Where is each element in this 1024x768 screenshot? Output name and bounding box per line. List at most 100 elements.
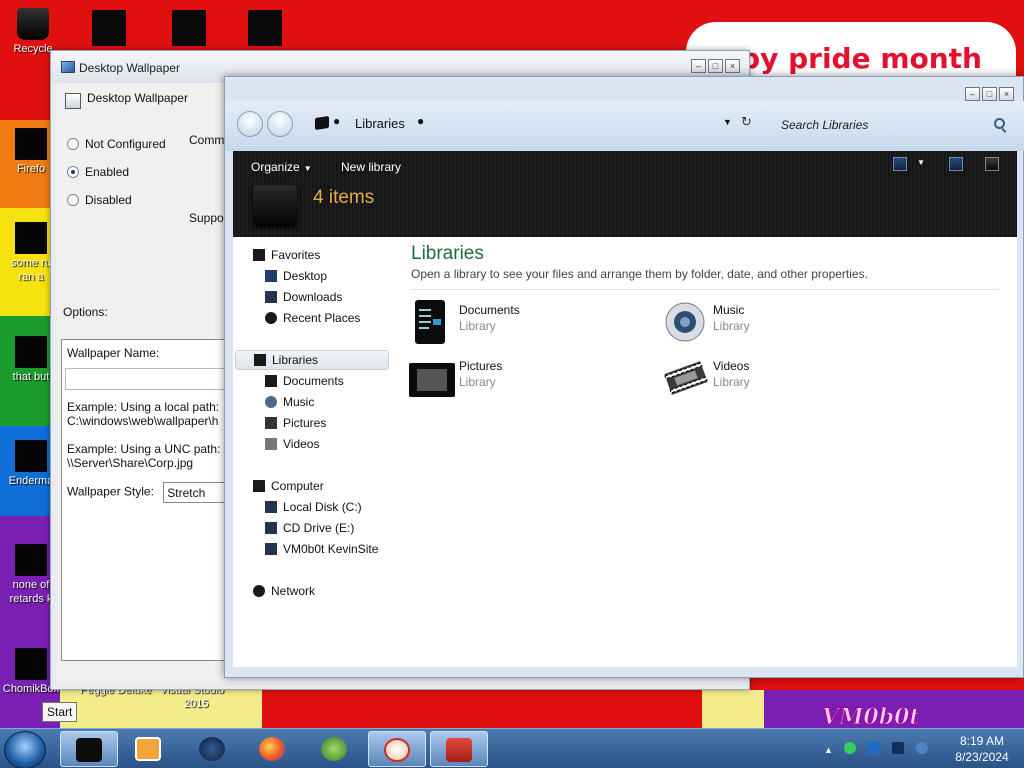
organize-button[interactable]: Organize ▼ — [251, 160, 312, 174]
desktop-shortcut-icon[interactable] — [248, 10, 282, 46]
nav-local-disk[interactable]: Local Disk (C:) — [265, 497, 362, 517]
explorer-command-bar: Organize ▼ New library ▼ 4 items — [233, 151, 1017, 237]
taskbar-explorer-button[interactable] — [60, 731, 118, 767]
network-drive-icon — [265, 543, 277, 555]
view-options-icon[interactable] — [893, 157, 907, 171]
nav-label: Recent Places — [283, 311, 361, 325]
library-item-pictures[interactable]: Pictures Library — [405, 353, 645, 403]
policy-window-controls: – □ × — [691, 59, 740, 73]
view-options-chevron-icon[interactable]: ▼ — [917, 158, 925, 167]
nav-desktop[interactable]: Desktop — [265, 266, 327, 286]
nav-computer[interactable]: Computer — [253, 476, 324, 496]
help-icon[interactable] — [985, 157, 999, 171]
maximize-button[interactable]: □ — [982, 87, 997, 101]
organize-label: Organize — [251, 160, 300, 174]
radio-not-configured[interactable]: Not Configured — [67, 137, 166, 151]
maximize-button[interactable]: □ — [708, 59, 723, 73]
videos-library-icon — [663, 355, 708, 401]
desktop-icon-recycle-bin[interactable]: Recycle — [4, 8, 62, 56]
nav-label: Pictures — [283, 416, 327, 430]
address-separator-icon[interactable]: ● — [333, 114, 340, 128]
clock-date[interactable]: 8/23/2024 — [944, 750, 1020, 764]
minimize-button[interactable]: – — [965, 87, 980, 101]
forward-button[interactable] — [267, 111, 293, 137]
file-icon — [15, 336, 47, 368]
wallpaper-bottom-red — [262, 690, 702, 728]
close-button[interactable]: × — [999, 87, 1014, 101]
taskbar-globe-button[interactable] — [184, 731, 242, 767]
tray-volume-icon[interactable] — [916, 742, 928, 754]
refresh-icon[interactable]: ↻ — [741, 114, 752, 130]
radio-label: Not Configured — [85, 137, 166, 151]
nav-pictures[interactable]: Pictures — [265, 413, 326, 433]
recycle-bin-icon — [17, 8, 49, 40]
radio-circle[interactable] — [67, 138, 79, 150]
videos-icon — [265, 438, 277, 450]
nav-label: Favorites — [271, 248, 321, 262]
nav-documents[interactable]: Documents — [265, 371, 344, 391]
address-breadcrumb-libraries[interactable]: Libraries — [355, 116, 405, 131]
nav-videos[interactable]: Videos — [265, 434, 319, 454]
taskbar-firefox-button[interactable] — [244, 731, 302, 767]
new-library-button[interactable]: New library — [341, 160, 401, 174]
comment-label: Comm — [189, 133, 225, 147]
network-icon — [253, 585, 265, 597]
nav-favorites[interactable]: Favorites — [253, 245, 320, 265]
content-title: Libraries — [411, 243, 484, 264]
nav-libraries[interactable]: Libraries — [235, 350, 389, 370]
example-local-path: C:\windows\web\wallpaper\h — [67, 414, 219, 428]
library-item-documents[interactable]: Documents Library — [405, 297, 645, 347]
taskbar-media-player-button[interactable] — [120, 731, 178, 767]
nav-recent-places[interactable]: Recent Places — [265, 308, 360, 328]
nav-downloads[interactable]: Downloads — [265, 287, 342, 307]
wallpaper-name-input[interactable] — [65, 368, 230, 390]
address-separator-icon[interactable]: ● — [417, 114, 424, 128]
nav-music[interactable]: Music — [265, 392, 314, 412]
nav-label: Desktop — [283, 269, 328, 283]
library-name: Music — [713, 303, 745, 317]
toolbox-icon — [446, 738, 472, 762]
nav-label: CD Drive (E:) — [283, 521, 355, 535]
close-button[interactable]: × — [725, 59, 740, 73]
libraries-explorer-window[interactable]: – □ × ● Libraries ● ▼ ↻ Search Libraries… — [224, 76, 1024, 678]
taskbar-toolbox-button[interactable] — [430, 731, 488, 767]
radio-disabled[interactable]: Disabled — [67, 193, 132, 207]
library-item-videos[interactable]: Videos Library — [659, 353, 899, 403]
nav-network-drive[interactable]: VM0b0t KevinSite — [265, 539, 378, 559]
policy-setting-icon — [65, 93, 81, 109]
policy-window-icon — [61, 61, 75, 73]
desktop-shortcut-icon[interactable] — [92, 10, 126, 46]
tray-expand-icon[interactable]: ▲ — [824, 745, 833, 755]
radio-label: Disabled — [85, 193, 132, 207]
no-signal-app-icon — [384, 738, 410, 762]
start-button[interactable] — [4, 731, 46, 768]
tray-display-icon[interactable] — [892, 742, 904, 754]
taskbar-app-button[interactable] — [368, 731, 426, 767]
desktop-shortcut-icon[interactable] — [172, 10, 206, 46]
music-icon — [265, 396, 277, 408]
nav-label: VM0b0t KevinSite — [283, 542, 379, 556]
tray-app-icon[interactable] — [844, 742, 856, 754]
radio-circle-checked[interactable] — [67, 166, 79, 178]
search-icon[interactable] — [994, 118, 1005, 129]
wallpaper-style-select[interactable]: Stretch — [163, 482, 230, 503]
nav-network[interactable]: Network — [253, 581, 315, 601]
search-box[interactable]: Search Libraries — [773, 113, 1011, 137]
clock-time[interactable]: 8:19 AM — [950, 734, 1014, 748]
search-input[interactable]: Search Libraries — [781, 118, 868, 132]
cd-drive-icon — [265, 522, 277, 534]
radio-circle[interactable] — [67, 194, 79, 206]
system-tray: ▲ 8:19 AM 8/23/2024 — [824, 729, 1024, 768]
documents-library-icon — [409, 299, 451, 345]
address-dropdown-icon[interactable]: ▼ — [723, 117, 732, 127]
library-item-music[interactable]: Music Library — [659, 297, 899, 347]
preview-pane-icon[interactable] — [949, 157, 963, 171]
minimize-button[interactable]: – — [691, 59, 706, 73]
supported-on-label: Suppo — [189, 211, 224, 225]
taskbar-media-center-button[interactable] — [306, 731, 364, 767]
tray-network-icon[interactable] — [868, 742, 880, 754]
nav-cd-drive[interactable]: CD Drive (E:) — [265, 518, 354, 538]
wallpaper-style-label: Wallpaper Style: — [67, 484, 154, 499]
radio-enabled[interactable]: Enabled — [67, 165, 129, 179]
back-button[interactable] — [237, 111, 263, 137]
